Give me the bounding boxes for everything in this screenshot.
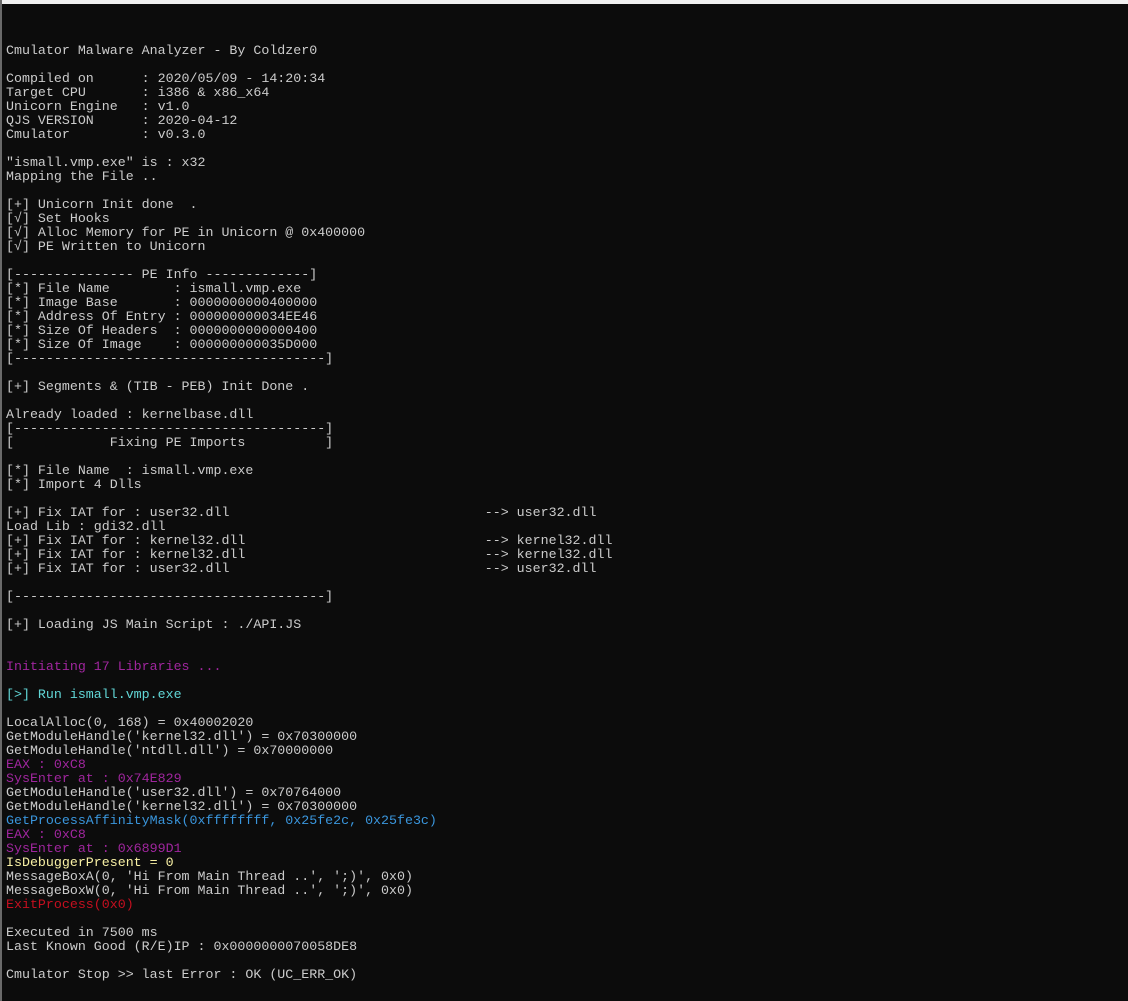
console-line: Initiating 17 Libraries ... — [6, 659, 222, 674]
console-line: GetModuleHandle('kernel32.dll') = 0x7030… — [6, 799, 358, 814]
console-line: MessageBoxW(0, 'Hi From Main Thread ..',… — [6, 883, 413, 898]
console-line: GetModuleHandle('ntdll.dll') = 0x7000000… — [6, 743, 334, 758]
console-line: [√] Set Hooks — [6, 211, 110, 226]
console-output[interactable]: Cmulator Malware Analyzer - By Coldzer0 C… — [6, 30, 1116, 982]
console-line: [---------------------------------------… — [6, 589, 334, 604]
console-line: [---------------------------------------… — [6, 421, 334, 436]
console-line: Executed in 7500 ms — [6, 925, 158, 940]
console-line: [--------------- PE Info -------------] — [6, 267, 318, 282]
console-line: [ Fixing PE Imports ] — [6, 435, 334, 450]
console-line: [+] Fix IAT for : kernel32.dll --> kerne… — [6, 533, 613, 548]
console-line: Cmulator : v0.3.0 — [6, 127, 206, 142]
console-line: [*] Size Of Headers : 0000000000000400 — [6, 323, 318, 338]
console-line: [*] File Name : ismall.vmp.exe — [6, 463, 254, 478]
console-line: QJS VERSION : 2020-04-12 — [6, 113, 238, 128]
console-line: [+] Fix IAT for : user32.dll --> user32.… — [6, 505, 597, 520]
console-line: [+] Unicorn Init done . — [6, 197, 198, 212]
console-line: [+] Segments & (TIB - PEB) Init Done . — [6, 379, 310, 394]
console-line: [√] Alloc Memory for PE in Unicorn @ 0x4… — [6, 225, 366, 240]
console-line: LocalAlloc(0, 168) = 0x40002020 — [6, 715, 254, 730]
console-line: GetProcessAffinityMask(0xffffffff, 0x25f… — [6, 813, 437, 828]
console-line: [*] Address Of Entry : 000000000034EE46 — [6, 309, 318, 324]
console-window[interactable]: Cmulator Malware Analyzer - By Coldzer0 C… — [0, 0, 1128, 1001]
console-line: [√] PE Written to Unicorn — [6, 239, 206, 254]
console-line: EAX : 0xC8 — [6, 757, 86, 772]
console-line: [*] Image Base : 0000000000400000 — [6, 295, 318, 310]
console-line: [+] Fix IAT for : user32.dll --> user32.… — [6, 561, 597, 576]
console-line: Mapping the File .. — [6, 169, 158, 184]
console-line: EAX : 0xC8 — [6, 827, 86, 842]
console-line: [*] Size Of Image : 000000000035D000 — [6, 337, 318, 352]
console-line: [>] Run ismall.vmp.exe — [6, 687, 182, 702]
console-line: GetModuleHandle('user32.dll') = 0x707640… — [6, 785, 342, 800]
console-line: ExitProcess(0x0) — [6, 897, 134, 912]
console-line: [+] Fix IAT for : kernel32.dll --> kerne… — [6, 547, 613, 562]
console-line: "ismall.vmp.exe" is : x32 — [6, 155, 206, 170]
console-line: Compiled on : 2020/05/09 - 14:20:34 — [6, 71, 326, 86]
console-line: Cmulator Stop >> last Error : OK (UC_ERR… — [6, 967, 358, 982]
console-line: GetModuleHandle('kernel32.dll') = 0x7030… — [6, 729, 358, 744]
console-line: [+] Loading JS Main Script : ./API.JS — [6, 617, 302, 632]
console-line: SysEnter at : 0x6899D1 — [6, 841, 182, 856]
console-line: Load Lib : gdi32.dll — [6, 519, 166, 534]
console-line: SysEnter at : 0x74E829 — [6, 771, 182, 786]
console-line: MessageBoxA(0, 'Hi From Main Thread ..',… — [6, 869, 413, 884]
console-line: [---------------------------------------… — [6, 351, 334, 366]
console-line: Cmulator Malware Analyzer - By Coldzer0 — [6, 43, 318, 58]
console-line: Unicorn Engine : v1.0 — [6, 99, 190, 114]
console-line: Last Known Good (R/E)IP : 0x000000007005… — [6, 939, 358, 954]
console-line: Target CPU : i386 & x86_x64 — [6, 85, 270, 100]
console-line: [*] File Name : ismall.vmp.exe — [6, 281, 302, 296]
window-top-edge — [2, 0, 1128, 4]
console-line: [*] Import 4 Dlls — [6, 477, 142, 492]
console-line: IsDebuggerPresent = 0 — [6, 855, 174, 870]
console-line: Already loaded : kernelbase.dll — [6, 407, 254, 422]
